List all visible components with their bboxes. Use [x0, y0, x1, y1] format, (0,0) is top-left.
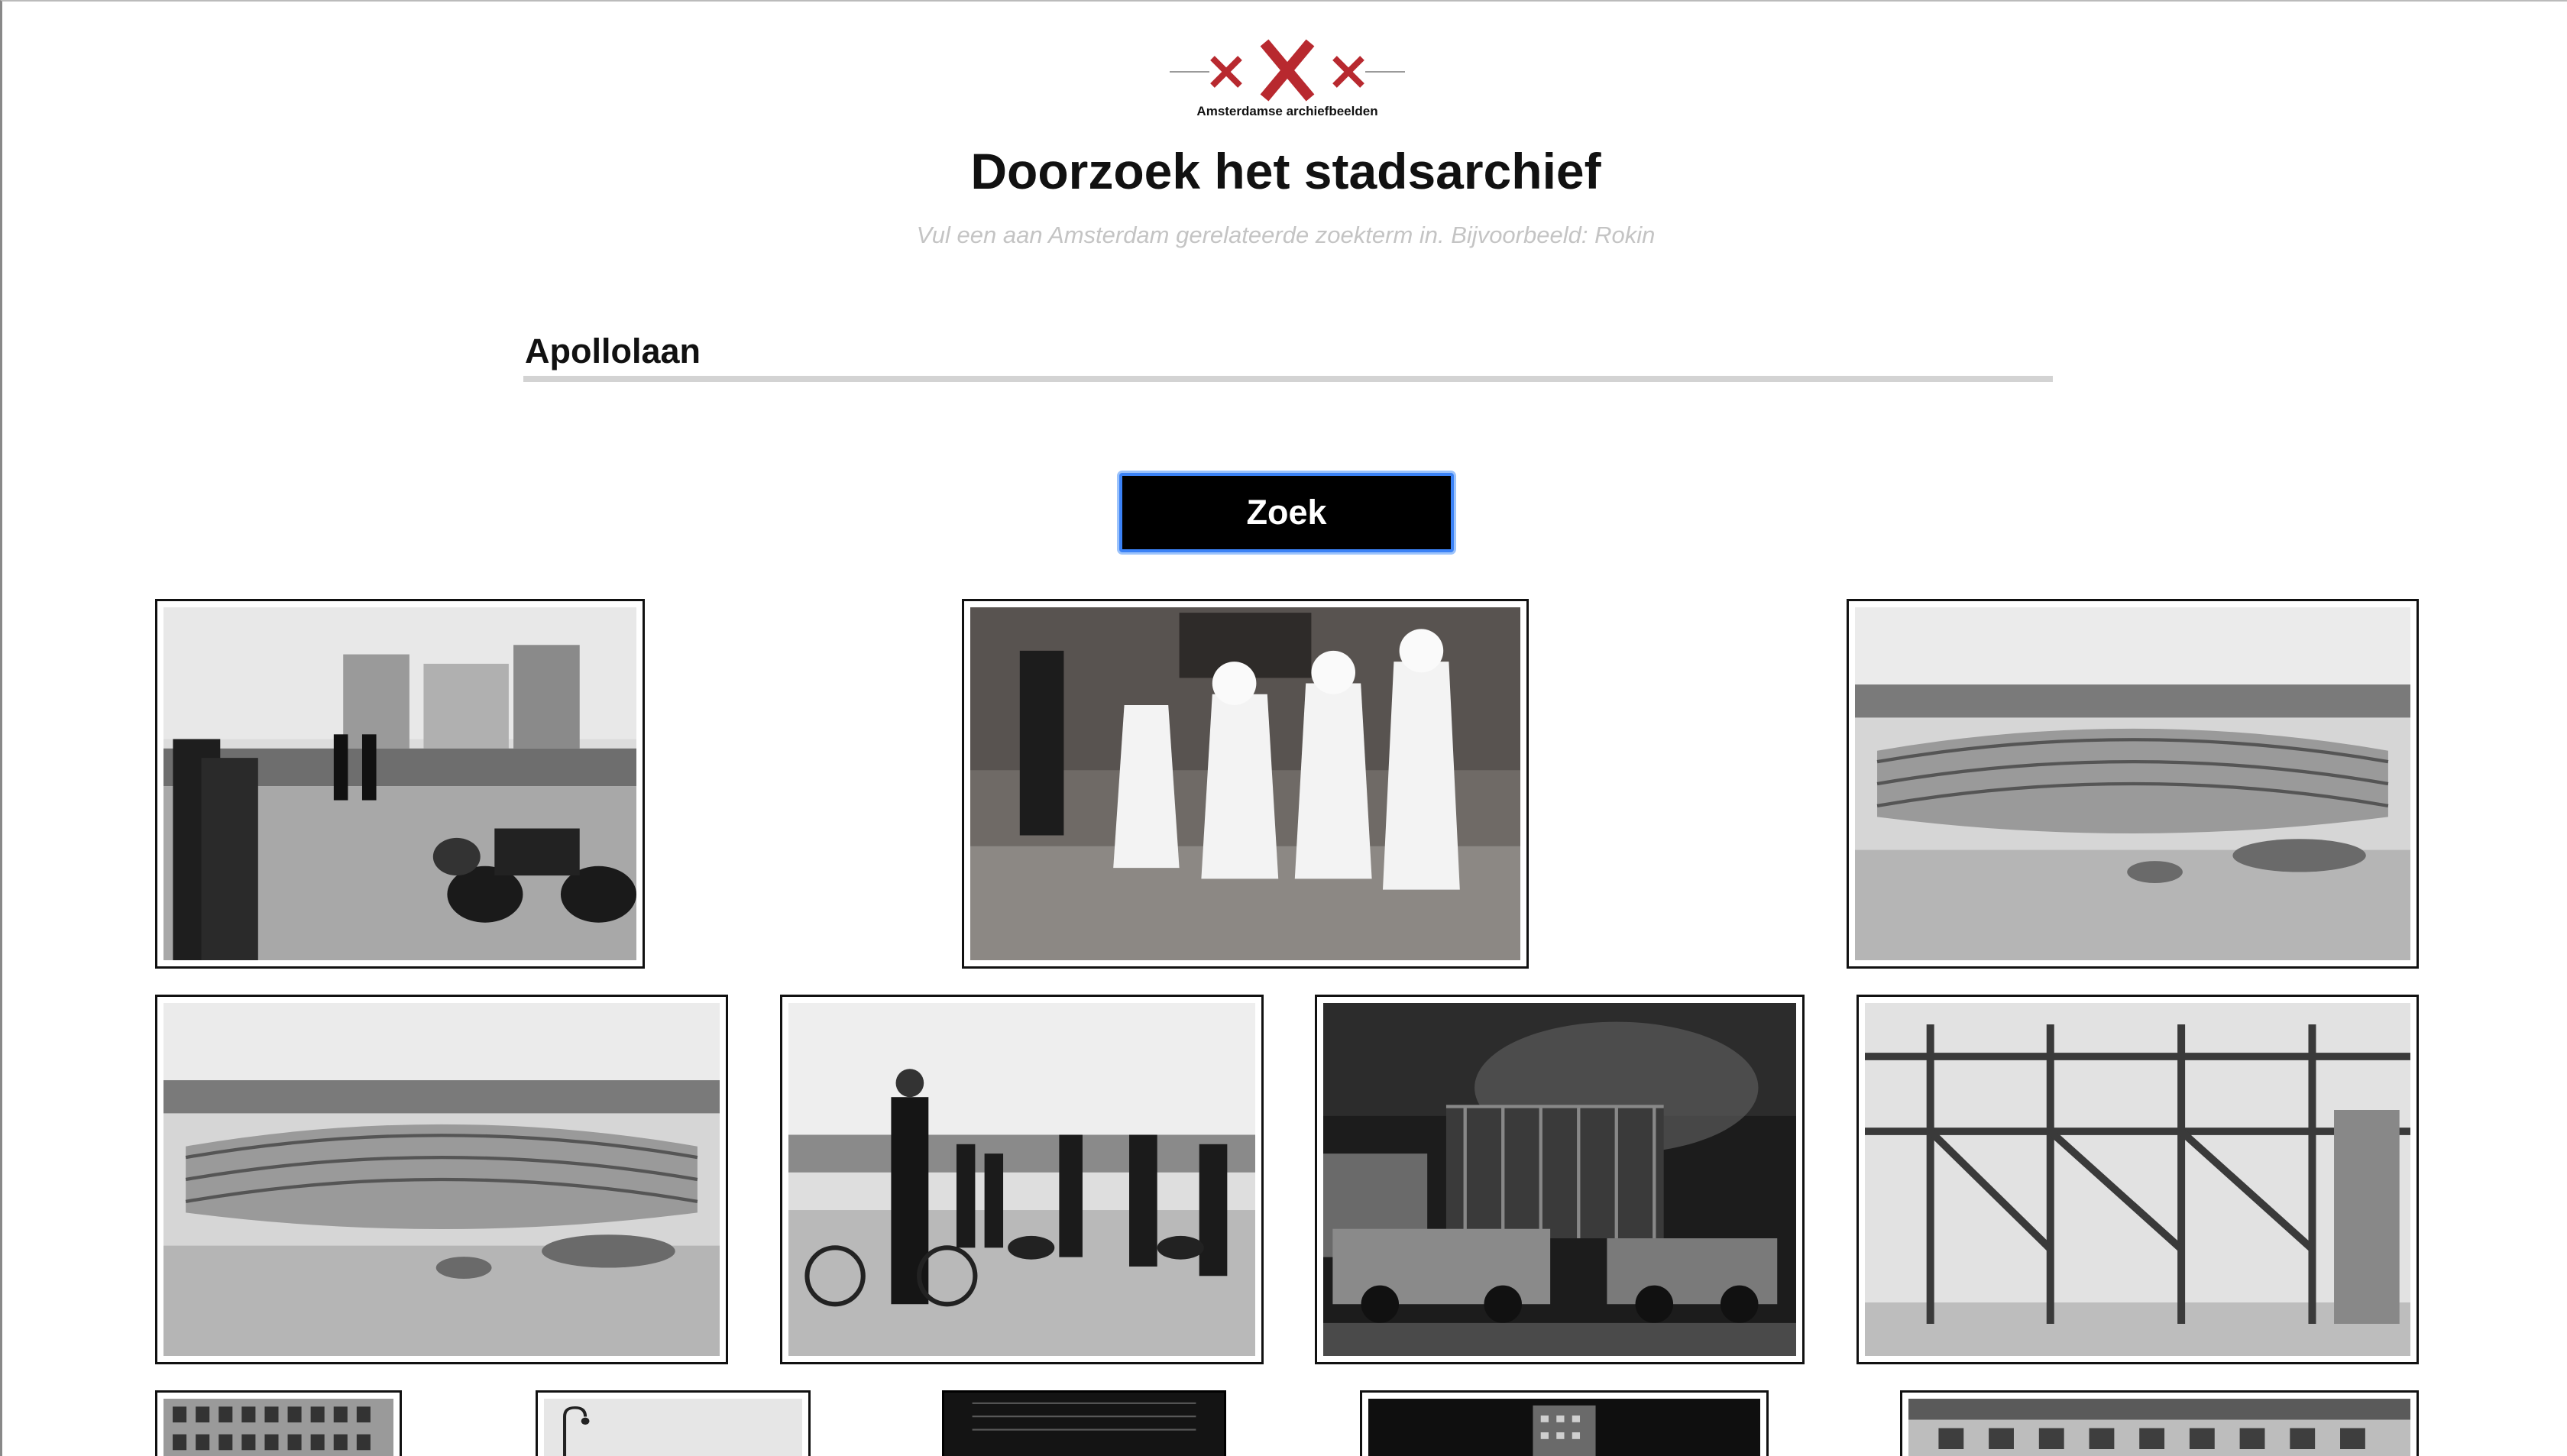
photo-curved-glass-building-aerial-2 — [163, 1003, 720, 1356]
result-thumbnail[interactable] — [155, 1390, 402, 1456]
result-thumbnail[interactable] — [155, 599, 645, 969]
search-button[interactable]: Zoek — [1119, 473, 1454, 552]
photo-building-fire-with-fire-trucks — [1323, 1003, 1796, 1356]
logo-text: Amsterdamse archiefbeelden — [1196, 104, 1378, 118]
photo-street-lamp — [544, 1399, 802, 1456]
result-thumbnail[interactable] — [1847, 599, 2419, 969]
result-thumbnail[interactable] — [1856, 995, 2419, 1364]
photo-curved-glass-building-aerial — [1855, 607, 2410, 960]
photo-women-in-white-raincoats-marching — [970, 607, 1520, 960]
photo-building-street — [1908, 1399, 2410, 1456]
xxx-emblem-icon — [1170, 39, 1405, 102]
photo-steel-frame-construction — [1865, 1003, 2410, 1356]
page: Amsterdamse archiefbeelden Doorzoek het … — [0, 0, 2567, 1456]
search-hint: Vul een aan Amsterdam gerelateerde zoekt… — [916, 222, 1656, 248]
page-title: Doorzoek het stadsarchief — [970, 143, 1601, 199]
result-thumbnail[interactable] — [1900, 1390, 2419, 1456]
photo-apartment-facade — [163, 1399, 393, 1456]
result-thumbnail[interactable] — [536, 1390, 811, 1456]
result-thumbnail[interactable] — [1315, 995, 1805, 1364]
photo-tower-night — [1368, 1399, 1760, 1456]
result-thumbnail[interactable] — [1360, 1390, 1769, 1456]
result-thumbnail[interactable] — [942, 1390, 1226, 1456]
result-thumbnail[interactable] — [962, 599, 1529, 969]
photo-motorcycle-police-ceremony — [163, 607, 636, 960]
result-thumbnail[interactable] — [155, 995, 728, 1364]
amsterdam-logo[interactable]: Amsterdamse archiefbeelden — [1170, 37, 1405, 122]
search-input[interactable] — [523, 327, 2053, 382]
result-thumbnail[interactable] — [780, 995, 1264, 1364]
photo-police-with-bicycle-and-dogs — [788, 1003, 1255, 1356]
photo-dark-building — [944, 1393, 1224, 1456]
